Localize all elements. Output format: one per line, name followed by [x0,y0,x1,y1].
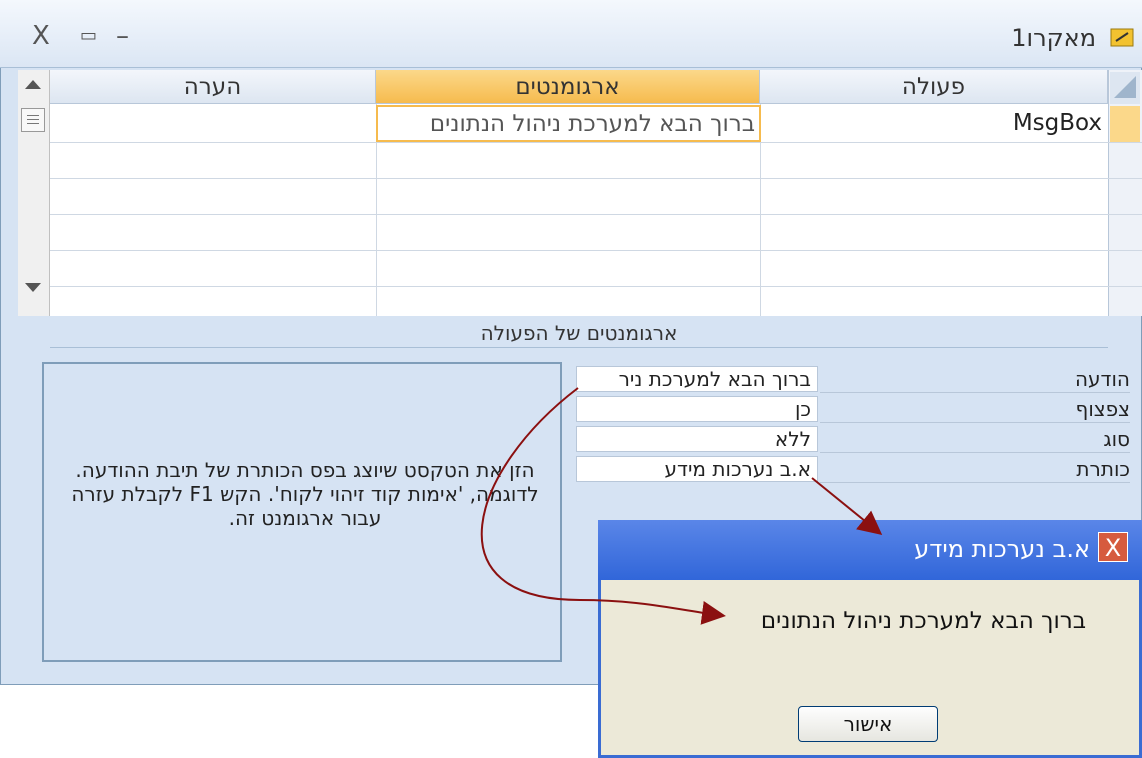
annotation-arrows [480,387,883,625]
arrow-message-to-dialog [480,387,726,625]
arrow-title-to-dialog [811,477,883,536]
